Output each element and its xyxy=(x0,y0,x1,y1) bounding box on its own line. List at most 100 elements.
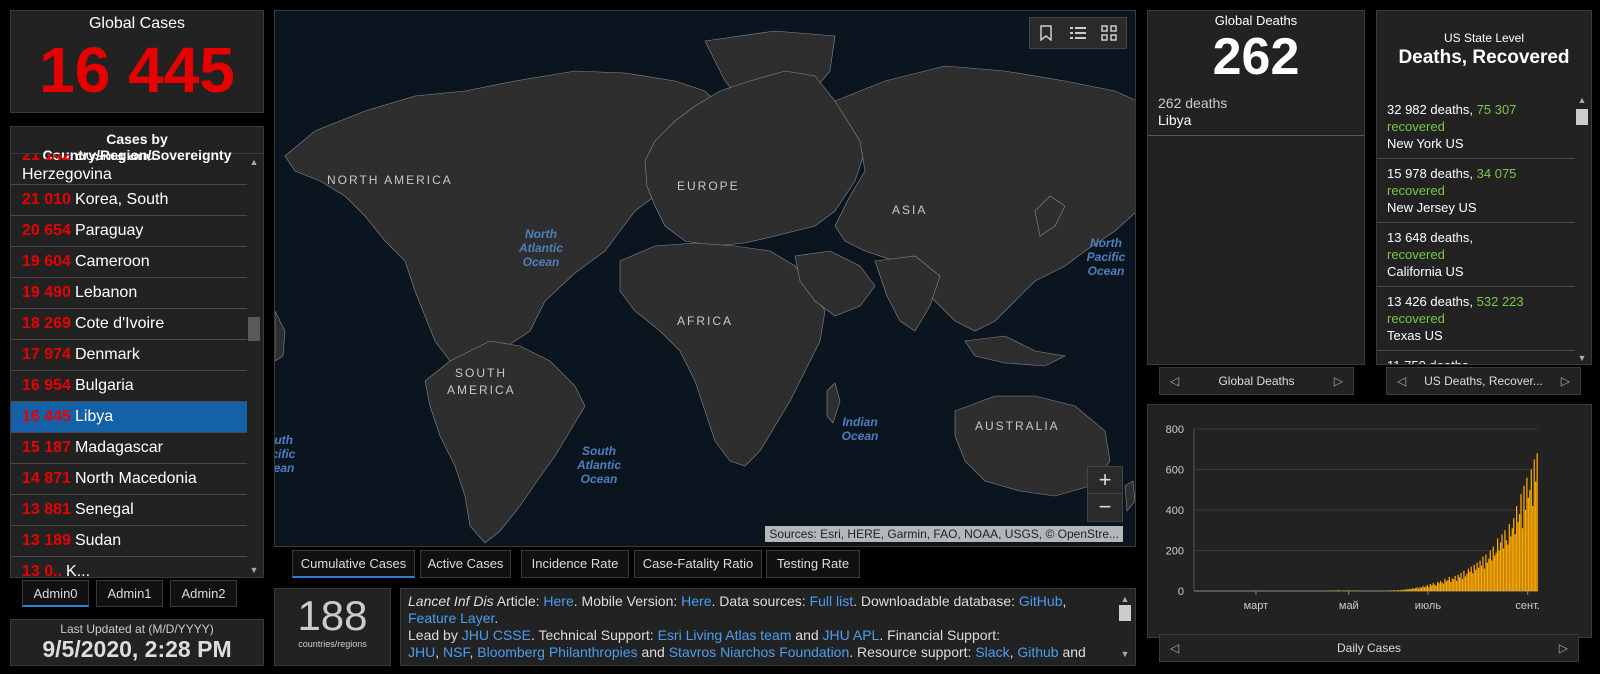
country-list-item[interactable]: 19 490 Lebanon xyxy=(11,278,247,309)
bar[interactable] xyxy=(1337,590,1339,591)
us-state-item[interactable]: 11 750 deaths, recoveredFlorida US xyxy=(1377,351,1575,364)
bar[interactable] xyxy=(1432,582,1434,591)
bar[interactable] xyxy=(1393,590,1395,591)
bar[interactable] xyxy=(1491,560,1493,592)
bar[interactable] xyxy=(1499,542,1502,591)
bar[interactable] xyxy=(1409,588,1411,591)
bar[interactable] xyxy=(1453,579,1455,591)
next-arrow-icon[interactable]: ▷ xyxy=(1334,368,1343,394)
world-map[interactable]: NORTH AMERICA EUROPE ASIA AFRICA SOUTH A… xyxy=(274,10,1136,547)
bar[interactable] xyxy=(1425,586,1427,591)
mobile-link[interactable]: Here xyxy=(681,593,711,609)
bar[interactable] xyxy=(1451,578,1453,591)
bar[interactable] xyxy=(1431,585,1433,591)
bar[interactable] xyxy=(1533,459,1535,592)
scroll-down-icon[interactable]: ▼ xyxy=(1575,353,1589,363)
bar[interactable] xyxy=(1488,558,1490,591)
bar[interactable] xyxy=(1517,522,1519,591)
bar[interactable] xyxy=(1523,485,1525,591)
bar[interactable] xyxy=(1407,589,1409,591)
bar[interactable] xyxy=(1480,565,1483,591)
bar[interactable] xyxy=(1401,590,1404,591)
zoom-in-button[interactable]: + xyxy=(1088,467,1122,494)
country-list-item[interactable]: 18 269 Cote d'Ivoire xyxy=(11,309,247,340)
bar[interactable] xyxy=(1510,536,1512,591)
bar[interactable] xyxy=(1406,588,1408,591)
bar[interactable] xyxy=(1397,589,1399,591)
bar[interactable] xyxy=(1521,528,1524,591)
bar[interactable] xyxy=(1475,569,1477,591)
bar[interactable] xyxy=(1400,589,1402,591)
bar[interactable] xyxy=(1456,580,1458,592)
country-list-item[interactable]: 13 881 Senegal xyxy=(11,495,247,526)
bar[interactable] xyxy=(1438,583,1440,591)
feature-layer-link[interactable]: Feature Layer xyxy=(408,610,494,626)
jhu-apl-link[interactable]: JHU APL xyxy=(823,627,880,643)
zoom-out-button[interactable]: − xyxy=(1088,494,1122,521)
map-attribution[interactable]: Sources: Esri, HERE, Garmin, FAO, NOAA, … xyxy=(765,526,1123,542)
map-canvas[interactable] xyxy=(275,11,1136,547)
country-list-item[interactable]: 20 654 Paraguay xyxy=(11,216,247,247)
tab-case-fatality-ratio[interactable]: Case-Fatality Ratio xyxy=(634,550,762,578)
bar[interactable] xyxy=(1390,590,1392,591)
full-list-link[interactable]: Full list xyxy=(810,593,854,609)
country-list-item[interactable]: 13 189 Sudan xyxy=(11,526,247,557)
github2-link[interactable]: Github xyxy=(1017,644,1058,660)
bar[interactable] xyxy=(1502,548,1505,591)
country-list-item[interactable]: 16 445 Libya xyxy=(11,402,247,433)
bar[interactable] xyxy=(1501,534,1503,591)
jhu-csse-link[interactable]: JHU CSSE xyxy=(462,627,531,643)
bloomberg-link[interactable]: Bloomberg Philanthropies xyxy=(477,644,637,660)
bar[interactable] xyxy=(1344,590,1347,591)
country-list-item[interactable]: 17 974 Denmark xyxy=(11,340,247,371)
bar[interactable] xyxy=(1442,583,1445,591)
bar[interactable] xyxy=(1513,518,1515,591)
tab-testing-rate[interactable]: Testing Rate xyxy=(766,550,860,578)
bar[interactable] xyxy=(1514,534,1516,591)
bar[interactable] xyxy=(1412,588,1414,591)
slack-link[interactable]: Slack xyxy=(975,644,1009,660)
bar[interactable] xyxy=(1470,566,1472,591)
bar[interactable] xyxy=(1477,567,1480,591)
bar[interactable] xyxy=(1498,550,1500,592)
next-arrow-icon[interactable]: ▷ xyxy=(1561,368,1570,394)
bar[interactable] xyxy=(1518,514,1521,591)
bar[interactable] xyxy=(1448,576,1450,591)
us-state-item[interactable]: 32 982 deaths, 75 307 recovered New York U… xyxy=(1377,95,1575,159)
bar[interactable] xyxy=(1482,556,1484,591)
bar[interactable] xyxy=(1492,546,1494,591)
bar[interactable] xyxy=(1466,573,1468,591)
country-list-item[interactable]: 14 871 North Macedonia xyxy=(11,464,247,495)
bar[interactable] xyxy=(1413,588,1415,591)
scroll-thumb[interactable] xyxy=(248,317,260,341)
scroll-up-icon[interactable]: ▲ xyxy=(247,157,261,167)
bar[interactable] xyxy=(1507,544,1509,591)
bar[interactable] xyxy=(1495,552,1497,591)
us-list-scrollbar[interactable]: ▲ ▼ xyxy=(1575,95,1589,363)
us-state-item[interactable]: 13 648 deaths, recovered California US xyxy=(1377,223,1575,287)
country-list-scrollbar[interactable]: ▲ ▼ xyxy=(247,155,261,577)
country-list-item[interactable]: 16 954 Bulgaria xyxy=(11,371,247,402)
nsf-link[interactable]: NSF xyxy=(443,644,469,660)
article-link[interactable]: Here xyxy=(543,593,573,609)
bar[interactable] xyxy=(1423,587,1426,591)
esri-link[interactable]: Esri Living Atlas team xyxy=(658,627,792,643)
bar[interactable] xyxy=(1472,573,1474,591)
bar[interactable] xyxy=(1420,587,1423,591)
daily-cases-chart[interactable]: 0 200 400 600 800 март май июль сент. xyxy=(1148,405,1593,639)
scroll-up-icon[interactable]: ▲ xyxy=(1575,95,1589,105)
bar[interactable] xyxy=(1516,505,1518,591)
bar[interactable] xyxy=(1520,493,1522,591)
bar[interactable] xyxy=(1508,524,1510,591)
bar[interactable] xyxy=(1485,554,1487,591)
us-state-item[interactable]: 15 978 deaths, 34 075 recovered New Jersey… xyxy=(1377,159,1575,223)
bar[interactable] xyxy=(1439,580,1442,592)
stavros-link[interactable]: Stavros Niarchos Foundation xyxy=(669,644,850,660)
bar[interactable] xyxy=(1460,572,1462,591)
bar[interactable] xyxy=(1396,590,1398,591)
bar[interactable] xyxy=(1526,477,1528,591)
bar[interactable] xyxy=(1535,481,1537,591)
bar[interactable] xyxy=(1467,568,1469,591)
scroll-down-icon[interactable]: ▼ xyxy=(247,565,261,575)
bar[interactable] xyxy=(1416,587,1418,591)
